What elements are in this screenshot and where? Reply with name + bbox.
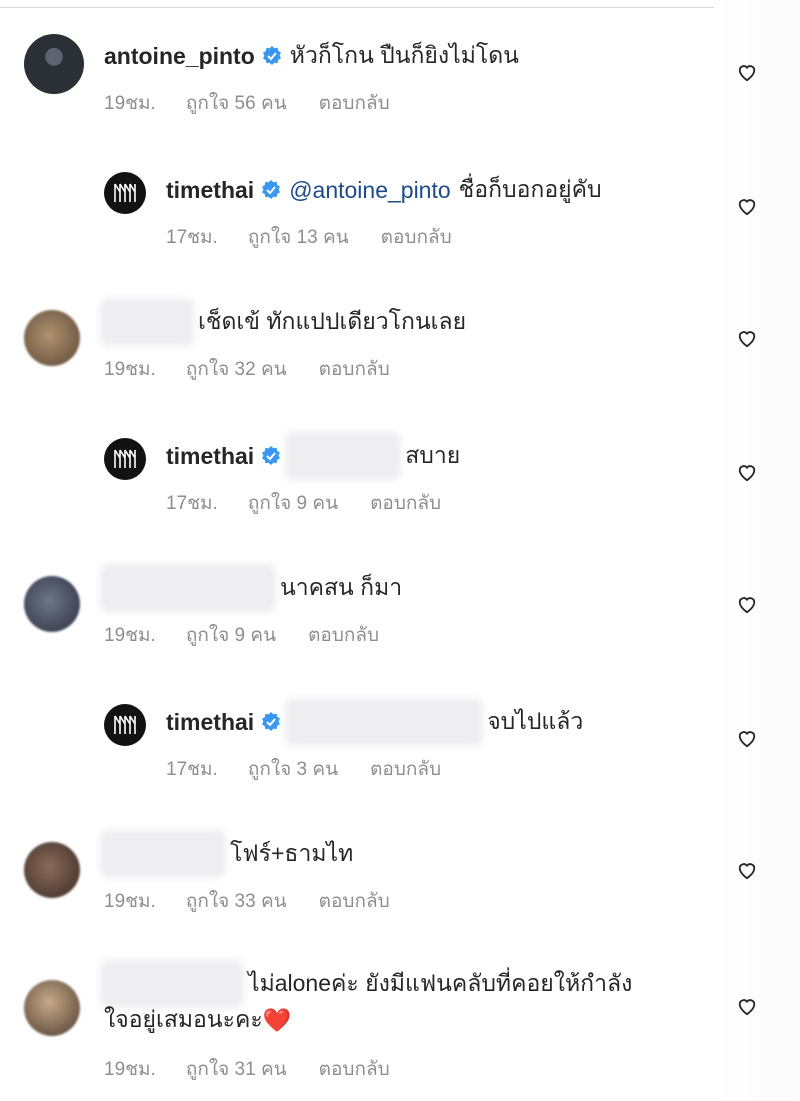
heart-outline-icon[interactable] (736, 594, 758, 614)
red-heart-emoji: ❤️ (262, 1006, 292, 1033)
comment-likes[interactable]: ถูกใจ 9 คน (186, 620, 276, 650)
brand-logo-icon (114, 715, 136, 734)
comment-text: จบไปแล้ว (487, 708, 584, 734)
heart-outline-icon[interactable] (736, 328, 758, 348)
avatar[interactable] (24, 980, 80, 1036)
avatar[interactable] (24, 576, 80, 632)
comment-time: 17ชม. (166, 759, 218, 780)
reply-button[interactable]: ตอบกลับ (381, 222, 452, 252)
reply-item: timethai จบไปแล้ว 17ชม. ถูกใจ 3 คน ตอบกล… (0, 700, 800, 800)
comment-time: 19ชม. (104, 625, 156, 646)
comment-likes[interactable]: ถูกใจ 33 คน (186, 886, 287, 916)
heart-outline-icon[interactable] (736, 728, 758, 748)
comment-time: 19ชม. (104, 1059, 156, 1080)
comment-item: ไม่aloneค่ะ ยังมีแฟนคลับที่คอยให้กำลัง ใ… (0, 962, 800, 1092)
comment-item: โฟร์+ธามไท 19ชม. ถูกใจ 33 คน ตอบกลับ (0, 832, 800, 932)
comment-time: 17ชม. (166, 493, 218, 514)
comment-text: โฟร์+ธามไท (230, 840, 354, 866)
comment-likes[interactable]: ถูกใจ 13 คน (248, 222, 349, 252)
comment-time: 17ชม. (166, 227, 218, 248)
comment-likes[interactable]: ถูกใจ 3 คน (248, 754, 338, 784)
reply-button[interactable]: ตอบกลับ (319, 88, 390, 118)
reply-button[interactable]: ตอบกลับ (370, 488, 441, 518)
reply-item: timethai @antoine_pinto ชื่อก็บอกอยู่คับ… (0, 168, 800, 268)
heart-outline-icon[interactable] (736, 462, 758, 482)
comment-text: หัวก็โกน ปืนก็ยิงไม่โดน (289, 42, 519, 68)
comment-text: เช็ดเข้ ทักแปปเดียวโกนเลย (198, 308, 467, 334)
comment-text: สบาย (405, 442, 461, 468)
comment-time: 19ชม. (104, 359, 156, 380)
comment-time: 19ชม. (104, 93, 156, 114)
reply-button[interactable]: ตอบกลับ (370, 754, 441, 784)
top-divider (0, 7, 800, 8)
reply-item: timethai สบาย 17ชม. ถูกใจ 9 คน ตอบกลับ (0, 434, 800, 534)
verified-badge-icon (262, 180, 281, 199)
comment-text: นาคสน ก็มา (280, 574, 403, 600)
redacted-mention (289, 436, 398, 476)
heart-outline-icon[interactable] (736, 860, 758, 880)
comment-item: เช็ดเข้ ทักแปปเดียวโกนเลย 19ชม. ถูกใจ 32… (0, 300, 800, 400)
brand-logo-icon (114, 183, 136, 202)
comment-likes[interactable]: ถูกใจ 9 คน (248, 488, 338, 518)
redacted-username (104, 834, 222, 874)
reply-button[interactable]: ตอบกลับ (319, 886, 390, 916)
comment-username[interactable]: timethai (166, 709, 254, 736)
comment-item: antoine_pinto หัวก็โกน ปืนก็ยิงไม่โดน 19… (0, 34, 800, 134)
brand-logo-icon (114, 449, 136, 468)
avatar[interactable] (24, 310, 80, 366)
avatar[interactable] (24, 34, 84, 94)
verified-badge-icon (262, 446, 281, 465)
mention-link[interactable]: @antoine_pinto (289, 177, 450, 204)
redacted-username (104, 568, 272, 608)
comment-likes[interactable]: ถูกใจ 32 คน (186, 354, 287, 384)
reply-button[interactable]: ตอบกลับ (308, 620, 379, 650)
comment-username[interactable]: timethai (166, 443, 254, 470)
redacted-username (104, 302, 190, 342)
comment-text-continued: ใจอยู่เสมอนะคะ (104, 1006, 263, 1032)
right-edge-shade (714, 0, 800, 1101)
comment-likes[interactable]: ถูกใจ 56 คน (186, 88, 287, 118)
avatar[interactable] (104, 172, 146, 214)
heart-outline-icon[interactable] (736, 996, 758, 1016)
heart-outline-icon[interactable] (736, 196, 758, 216)
avatar[interactable] (24, 842, 80, 898)
comment-text: ชื่อก็บอกอยู่คับ (458, 176, 602, 202)
comment-time: 19ชม. (104, 891, 156, 912)
avatar[interactable] (104, 704, 146, 746)
verified-badge-icon (262, 712, 281, 731)
comment-username[interactable]: timethai (166, 177, 254, 204)
reply-button[interactable]: ตอบกลับ (319, 1054, 390, 1084)
redacted-mention (289, 702, 480, 742)
comment-item: นาคสน ก็มา 19ชม. ถูกใจ 9 คน ตอบกลับ (0, 566, 800, 666)
heart-outline-icon[interactable] (736, 62, 758, 82)
comment-likes[interactable]: ถูกใจ 31 คน (186, 1054, 287, 1084)
avatar[interactable] (104, 438, 146, 480)
comment-text: ไม่aloneค่ะ ยังมีแฟนคลับที่คอยให้กำลัง (248, 970, 633, 996)
redacted-username (104, 964, 240, 1004)
reply-button[interactable]: ตอบกลับ (319, 354, 390, 384)
verified-badge-icon (262, 46, 281, 65)
comment-username[interactable]: antoine_pinto (104, 43, 255, 70)
